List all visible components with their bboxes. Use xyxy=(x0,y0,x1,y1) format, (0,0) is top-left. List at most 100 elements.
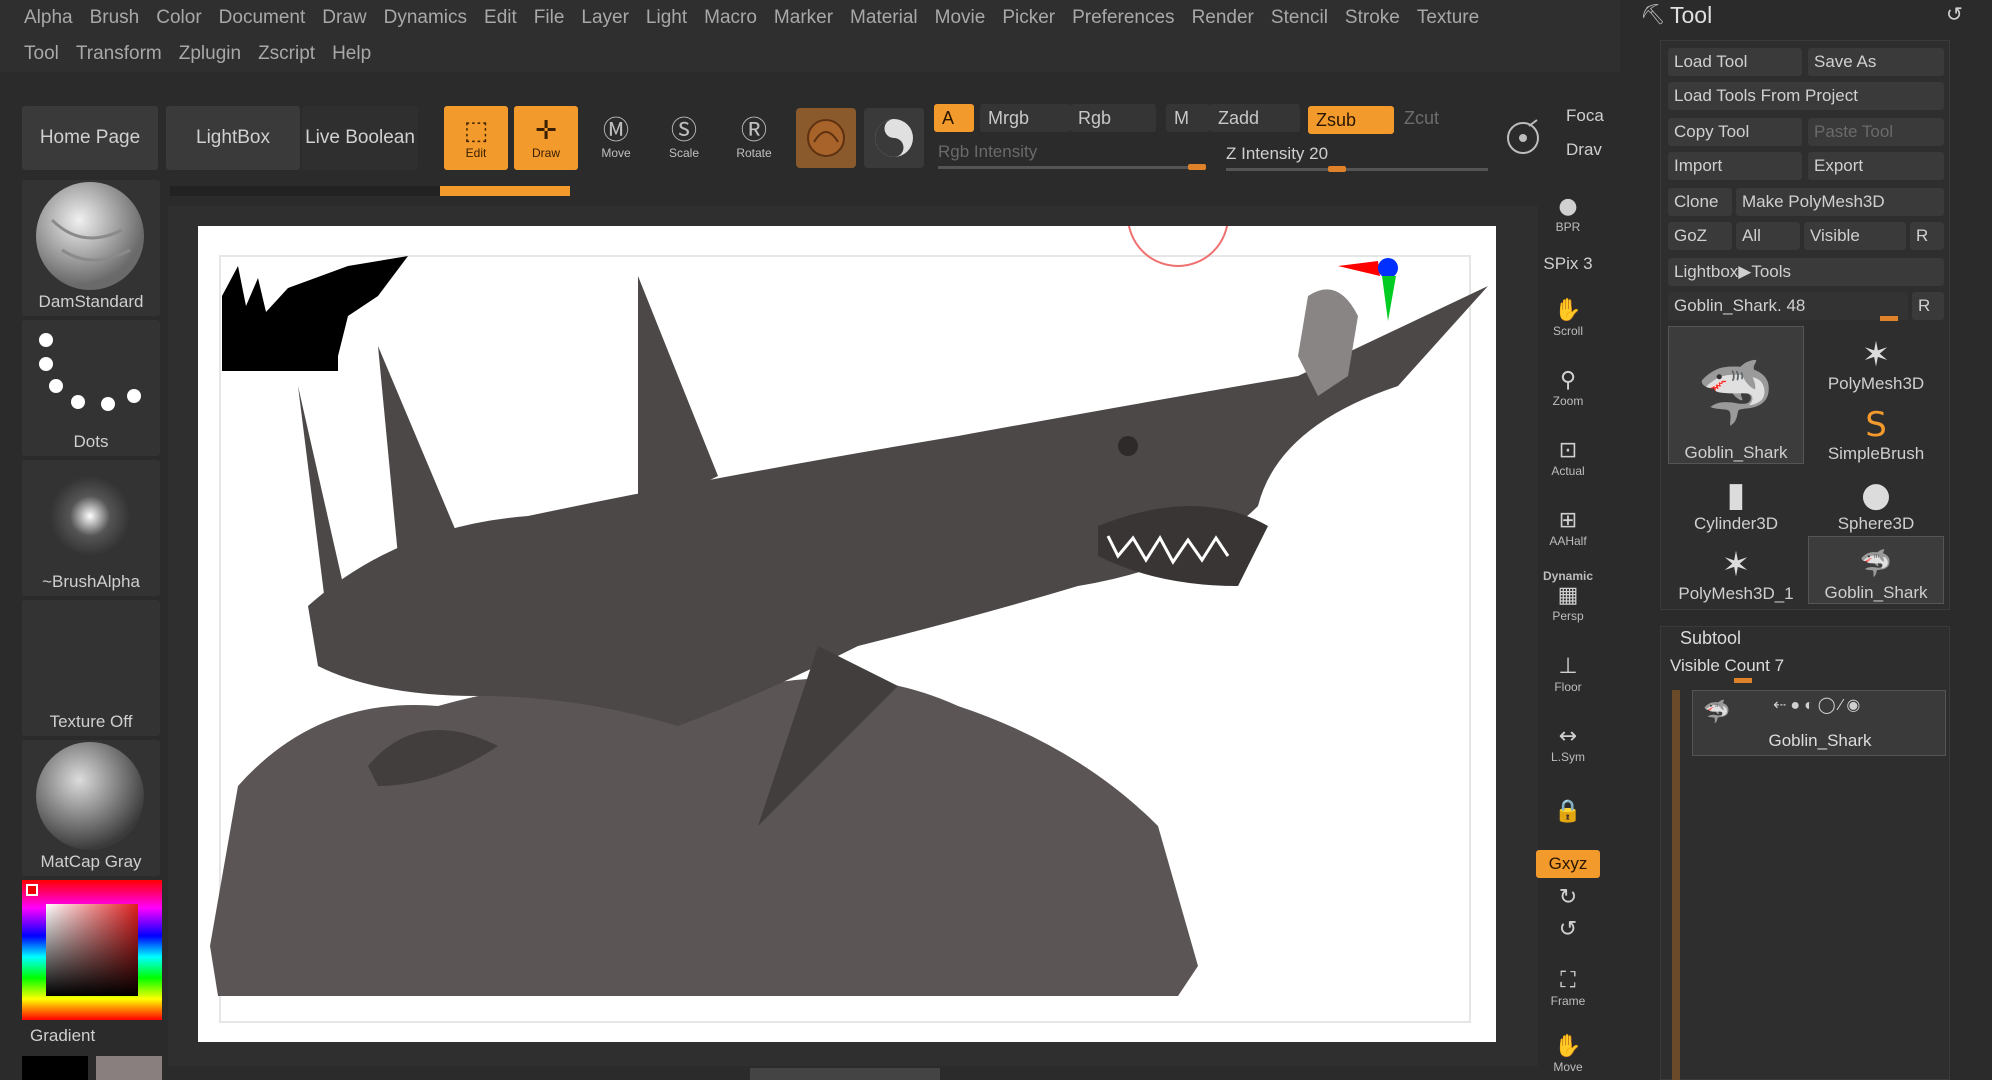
tool-sphere3d[interactable]: ● Sphere3D xyxy=(1808,466,1944,534)
lightbox-tools-button[interactable]: Lightbox▶Tools xyxy=(1668,258,1944,286)
color-saturation-square[interactable] xyxy=(46,904,138,996)
subtool-scrollbar[interactable] xyxy=(1672,690,1680,1080)
material-tile[interactable]: MatCap Gray xyxy=(22,740,160,876)
menu-render[interactable]: Render xyxy=(1188,4,1267,32)
menu-dynamics[interactable]: Dynamics xyxy=(380,4,480,32)
persp-button[interactable]: Dynamic ▦ Persp xyxy=(1536,568,1600,624)
y-rotation-button[interactable]: ↻ xyxy=(1536,882,1600,914)
tool-polymesh3d[interactable]: ✶ PolyMesh3D xyxy=(1808,326,1944,394)
tool-goblin-shark[interactable]: 🦈 Goblin_Shark xyxy=(1808,536,1944,604)
all-button[interactable]: All xyxy=(1736,222,1800,250)
load-tool-button[interactable]: Load Tool xyxy=(1668,48,1802,76)
rgb-intensity-slider[interactable] xyxy=(938,166,1206,169)
lock-button[interactable]: 🔒 xyxy=(1536,784,1600,840)
texture-tile[interactable]: Texture Off xyxy=(22,600,160,736)
alpha-tile[interactable]: ~BrushAlpha xyxy=(22,460,160,596)
move-button[interactable]: Ⓜ Move xyxy=(584,106,648,170)
mrgb-toggle[interactable]: Mrgb xyxy=(980,104,1070,132)
tool-simplebrush[interactable]: S SimpleBrush xyxy=(1808,396,1944,464)
home-page-button[interactable]: Home Page xyxy=(22,106,158,170)
refresh-icon[interactable]: ↺ xyxy=(1946,2,1963,27)
zadd-toggle[interactable]: Zadd xyxy=(1210,104,1300,132)
document-canvas[interactable] xyxy=(198,226,1496,1042)
current-tool-slider[interactable]: Goblin_Shark. 48 xyxy=(1668,292,1908,320)
menu-draw[interactable]: Draw xyxy=(318,4,379,32)
goz-button[interactable]: GoZ xyxy=(1668,222,1732,250)
menu-document[interactable]: Document xyxy=(215,4,319,32)
symmetry-button[interactable] xyxy=(1496,108,1550,168)
live-boolean-button[interactable]: Live Boolean xyxy=(302,106,418,170)
subtool-toggle-icons[interactable]: ⇠●◐◯∕◉ xyxy=(1773,695,1864,715)
save-as-button[interactable]: Save As xyxy=(1808,48,1944,76)
paste-tool-button[interactable]: Paste Tool xyxy=(1808,118,1944,146)
goz-r-button[interactable]: R xyxy=(1910,222,1944,250)
rgb-toggle[interactable]: Rgb xyxy=(1070,104,1156,132)
zoom-button[interactable]: ⚲ Zoom xyxy=(1536,360,1600,416)
move-view-button[interactable]: ✋ Move xyxy=(1536,1026,1600,1080)
menu-alpha[interactable]: Alpha xyxy=(20,4,86,32)
floor-button[interactable]: ⊥ Floor xyxy=(1536,646,1600,702)
a-toggle[interactable]: A xyxy=(934,104,974,132)
secondary-color-swatch[interactable] xyxy=(96,1056,162,1080)
copy-tool-button[interactable]: Copy Tool xyxy=(1668,118,1802,146)
scale-button[interactable]: Ⓢ Scale xyxy=(652,106,716,170)
menu-texture[interactable]: Texture xyxy=(1413,4,1492,32)
frame-button[interactable]: ⛶ Frame xyxy=(1536,960,1600,1016)
z-rotation-button[interactable]: ↺ xyxy=(1536,914,1600,946)
lsym-button[interactable]: ↔ L.Sym xyxy=(1536,716,1600,772)
rotate-button[interactable]: Ⓡ Rotate xyxy=(722,106,786,170)
menu-material[interactable]: Material xyxy=(846,4,931,32)
make-polymesh-button[interactable]: Make PolyMesh3D xyxy=(1736,188,1944,216)
menu-movie[interactable]: Movie xyxy=(931,4,999,32)
visible-count-knob[interactable] xyxy=(1734,678,1752,683)
stroke-tile[interactable]: Dots xyxy=(22,320,160,456)
xyz-rotation-button[interactable]: Gxyz xyxy=(1536,850,1600,878)
spix-label[interactable]: SPix 3 xyxy=(1536,254,1600,274)
tool-polymesh3d-1[interactable]: ✶ PolyMesh3D_1 xyxy=(1668,536,1804,604)
brush-tile[interactable]: DamStandard xyxy=(22,180,160,316)
scroll-button[interactable]: ✋ Scroll xyxy=(1536,290,1600,346)
menu-zscript[interactable]: Zscript xyxy=(254,40,328,68)
z-intensity-slider[interactable] xyxy=(1226,168,1488,171)
menu-preferences[interactable]: Preferences xyxy=(1068,4,1187,32)
import-button[interactable]: Import xyxy=(1668,152,1802,180)
menu-file[interactable]: File xyxy=(530,4,578,32)
menu-picker[interactable]: Picker xyxy=(998,4,1068,32)
subtool-item[interactable]: 🦈 ⇠●◐◯∕◉ Goblin_Shark xyxy=(1692,690,1946,756)
tool-cylinder3d[interactable]: ▮ Cylinder3D xyxy=(1668,466,1804,534)
aahalf-button[interactable]: ⊞ AAHalf xyxy=(1536,500,1600,556)
menu-edit[interactable]: Edit xyxy=(480,4,530,32)
bpr-button[interactable]: ● BPR xyxy=(1536,186,1600,242)
menu-tool[interactable]: Tool xyxy=(20,40,72,68)
actual-button[interactable]: ⊡ Actual xyxy=(1536,430,1600,486)
menu-help[interactable]: Help xyxy=(328,40,384,68)
draw-button[interactable]: ✛ Draw xyxy=(514,106,578,170)
z-intensity-knob[interactable] xyxy=(1328,166,1346,172)
tool-r-button[interactable]: R xyxy=(1912,292,1944,320)
sphere-mode-button[interactable] xyxy=(864,108,924,168)
menu-layer[interactable]: Layer xyxy=(577,4,642,32)
subtool-title[interactable]: Subtool xyxy=(1680,628,1741,649)
menu-light[interactable]: Light xyxy=(642,4,700,32)
lightbox-button[interactable]: LightBox xyxy=(166,106,300,170)
current-tool-slider-knob[interactable] xyxy=(1880,316,1898,321)
visible-button[interactable]: Visible xyxy=(1804,222,1906,250)
menu-stencil[interactable]: Stencil xyxy=(1267,4,1341,32)
edit-button[interactable]: ⬚ Edit xyxy=(444,106,508,170)
export-button[interactable]: Export xyxy=(1808,152,1944,180)
menu-macro[interactable]: Macro xyxy=(700,4,770,32)
brush-material-button[interactable] xyxy=(796,108,856,168)
tool-goblin-shark-selected[interactable]: 🦈 Goblin_Shark xyxy=(1668,326,1804,464)
menu-zplugin[interactable]: Zplugin xyxy=(175,40,254,68)
load-from-project-button[interactable]: Load Tools From Project xyxy=(1668,82,1944,110)
zsub-toggle[interactable]: Zsub xyxy=(1308,106,1394,134)
menu-brush[interactable]: Brush xyxy=(86,4,153,32)
menu-transform[interactable]: Transform xyxy=(72,40,175,68)
main-color-swatch[interactable] xyxy=(22,1056,88,1080)
visible-count-slider[interactable]: Visible Count 7 xyxy=(1670,656,1784,676)
clone-button[interactable]: Clone xyxy=(1668,188,1732,216)
rgb-intensity-knob[interactable] xyxy=(1188,164,1206,170)
m-toggle[interactable]: M xyxy=(1166,104,1210,132)
menu-marker[interactable]: Marker xyxy=(770,4,846,32)
menu-color[interactable]: Color xyxy=(152,4,214,32)
